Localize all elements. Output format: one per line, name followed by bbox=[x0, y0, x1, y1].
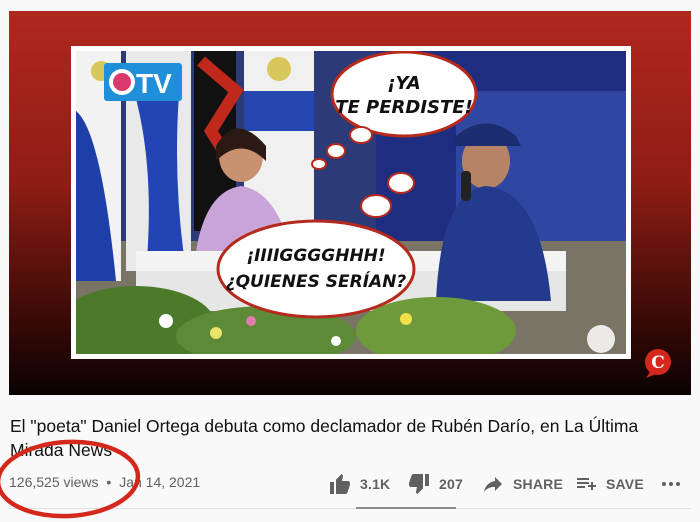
bubble-bottom-line2: ¿QUIENES SERÍAN? bbox=[226, 270, 407, 292]
channel-watermark-icon: C bbox=[645, 349, 671, 378]
share-arrow-icon bbox=[484, 477, 502, 492]
video-title: El "poeta" Daniel Ortega debuta como dec… bbox=[10, 416, 639, 460]
bubble-top-line2: TE PERDISTE! bbox=[335, 97, 473, 118]
channel-watermark-letter: C bbox=[651, 353, 665, 373]
video-player[interactable]: TV ¡YA TE PERDISTE! ¡IIIIGGGGHHH! ¿QUIEN… bbox=[9, 11, 691, 395]
dislike-count: 207 bbox=[439, 476, 463, 492]
view-count-date: 126,525 views • Jan 14, 2021 bbox=[9, 474, 200, 490]
view-count: 126,525 views bbox=[9, 474, 99, 490]
share-button[interactable]: SHARE bbox=[481, 472, 563, 496]
like-count: 3.1K bbox=[360, 476, 391, 492]
save-button[interactable]: SAVE bbox=[574, 472, 644, 496]
like-button[interactable]: 3.1K bbox=[328, 472, 390, 496]
meta-separator: • bbox=[106, 474, 112, 490]
video-frame: TV ¡YA TE PERDISTE! ¡IIIIGGGGHHH! ¿QUIEN… bbox=[71, 46, 631, 359]
upload-date: Jan 14, 2021 bbox=[119, 474, 201, 490]
overlay-logo-text: TV bbox=[136, 68, 172, 99]
bubble-top-line1: ¡YA bbox=[387, 73, 420, 94]
actions-underline bbox=[356, 507, 456, 509]
bubble-bottom-line1: ¡IIIIGGGGHHH! bbox=[246, 246, 385, 266]
save-label: SAVE bbox=[606, 476, 644, 492]
dislike-button[interactable]: 207 bbox=[407, 472, 463, 496]
more-options-icon[interactable] bbox=[661, 480, 681, 488]
video-scene: TV ¡YA TE PERDISTE! ¡IIIIGGGGHHH! ¿QUIEN… bbox=[76, 51, 626, 354]
video-meta-row: 126,525 views • Jan 14, 2021 3.1K 207 SH… bbox=[0, 466, 700, 502]
thumbs-up-icon bbox=[330, 474, 350, 494]
divider bbox=[9, 508, 691, 509]
share-label: SHARE bbox=[513, 476, 564, 492]
thumbs-down-icon bbox=[409, 474, 429, 494]
playlist-add-icon bbox=[577, 478, 596, 490]
video-scene-art: TV ¡YA TE PERDISTE! ¡IIIIGGGGHHH! ¿QUIEN… bbox=[76, 51, 626, 354]
